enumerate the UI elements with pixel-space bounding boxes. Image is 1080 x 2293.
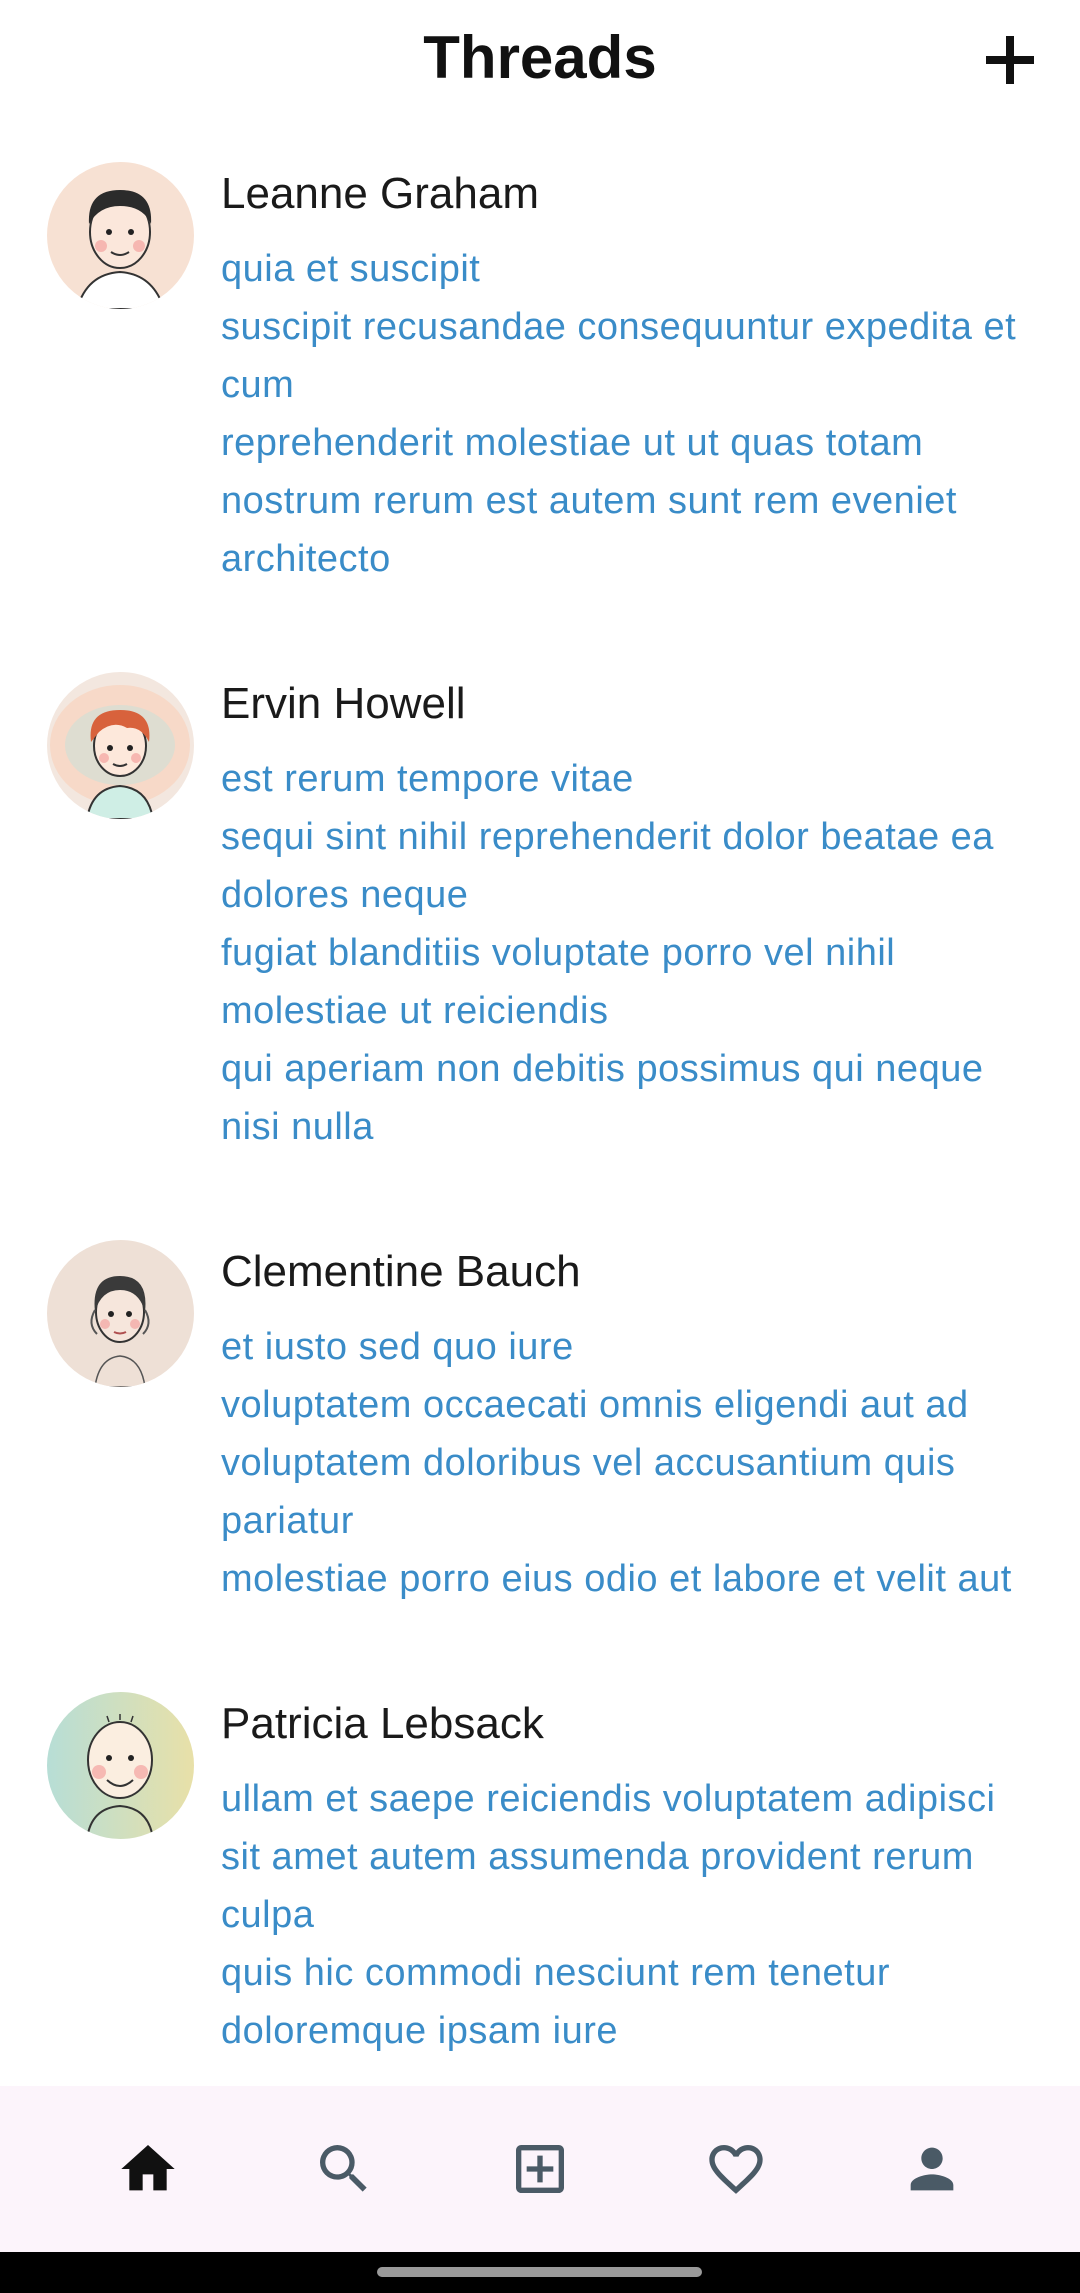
nav-home[interactable] (100, 2121, 196, 2217)
post-text[interactable]: fugiat blanditiis voluptate porro vel ni… (221, 924, 1050, 1040)
author-name[interactable]: Leanne Graham (221, 140, 1050, 222)
post-text[interactable]: ullam et saepe reiciendis voluptatem adi… (221, 1770, 1050, 1828)
nav-search[interactable] (296, 2121, 392, 2217)
system-navigation-bar (0, 2252, 1080, 2293)
post-text[interactable]: reprehenderit molestiae ut ut quas totam… (221, 414, 1050, 588)
bottom-navigation (0, 2086, 1080, 2252)
avatar[interactable] (47, 1692, 194, 1839)
post-text[interactable]: est rerum tempore vitae (221, 750, 1050, 808)
post-text[interactable]: suscipit recusandae consequuntur expedit… (221, 298, 1050, 414)
post-text[interactable]: voluptatem occaecati omnis eligendi aut … (221, 1376, 1050, 1550)
avatar[interactable] (47, 1240, 194, 1387)
top-app-bar: Threads (0, 0, 1080, 120)
avatar-bald-smiling-icon (47, 1692, 194, 1839)
post-text[interactable]: quis hic commodi nesciunt rem tenetur do… (221, 1944, 1050, 2060)
avatar-woman-icon (47, 1240, 194, 1387)
avatar[interactable] (47, 162, 194, 309)
author-name[interactable]: Patricia Lebsack (221, 1670, 1050, 1752)
thread-item[interactable]: Ervin Howell est rerum tempore vitae seq… (0, 650, 1080, 1156)
threads-screen: Threads Leanne Graham quia et suscipit s… (0, 0, 1080, 2293)
thread-item[interactable]: Clementine Bauch et iusto sed quo iure v… (0, 1218, 1080, 1608)
author-name[interactable]: Ervin Howell (221, 650, 1050, 732)
search-icon (320, 2145, 367, 2192)
add-box-icon (516, 2145, 564, 2193)
post-text[interactable]: sit amet autem assumenda provident rerum… (221, 1828, 1050, 1944)
author-name[interactable]: Clementine Bauch (221, 1218, 1050, 1300)
nav-profile[interactable] (884, 2121, 980, 2217)
new-thread-button[interactable] (980, 30, 1040, 90)
post-text[interactable]: sequi sint nihil reprehenderit dolor bea… (221, 808, 1050, 924)
post-text[interactable]: quia et suscipit (221, 240, 1050, 298)
avatar-man-short-hair-icon (47, 162, 194, 309)
profile-icon (910, 2147, 954, 2191)
heart-icon (709, 2145, 763, 2194)
post-text[interactable]: qui aperiam non debitis possimus qui neq… (221, 1040, 1050, 1156)
avatar[interactable] (47, 672, 194, 819)
plus-icon (986, 36, 1034, 84)
nav-activity[interactable] (688, 2121, 784, 2217)
thread-item[interactable]: Patricia Lebsack ullam et saepe reiciend… (0, 1670, 1080, 2060)
avatar-redhead-icon (47, 672, 194, 819)
thread-item[interactable]: Leanne Graham quia et suscipit suscipit … (0, 140, 1080, 588)
post-text[interactable]: et iusto sed quo iure (221, 1318, 1050, 1376)
nav-create[interactable] (492, 2121, 588, 2217)
post-text[interactable]: molestiae porro eius odio et labore et v… (221, 1550, 1050, 1608)
home-indicator[interactable] (377, 2267, 702, 2277)
thread-feed[interactable]: Leanne Graham quia et suscipit suscipit … (0, 140, 1080, 2122)
page-title: Threads (423, 24, 657, 91)
home-icon (121, 2145, 175, 2191)
